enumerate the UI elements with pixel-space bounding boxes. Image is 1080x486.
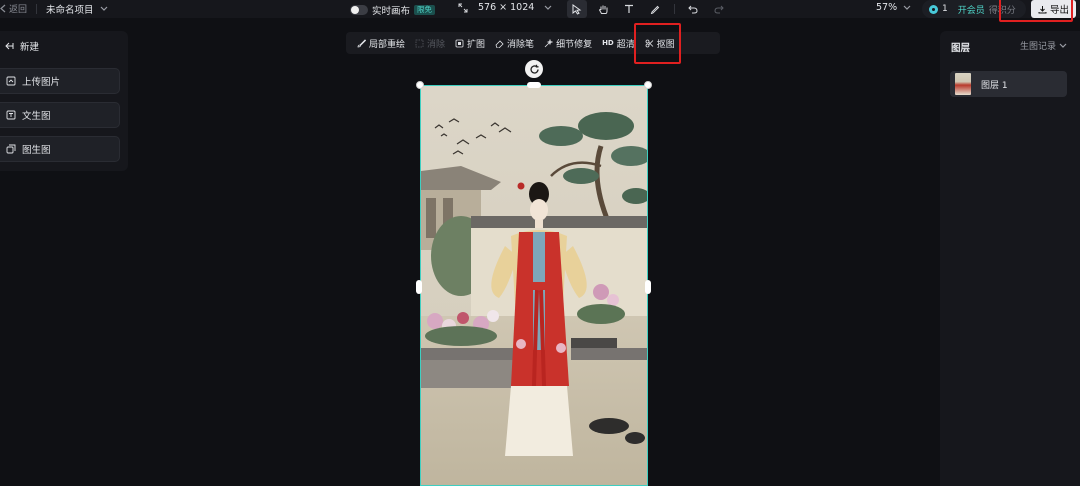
collapse-icon bbox=[5, 42, 14, 50]
hand-tool-button[interactable] bbox=[593, 0, 613, 18]
project-name: 未命名项目 bbox=[46, 5, 94, 16]
project-name-dropdown[interactable]: 未命名项目 bbox=[46, 2, 108, 16]
divider bbox=[36, 4, 37, 14]
separator bbox=[671, 0, 677, 18]
zoom-dropdown[interactable]: 57% bbox=[876, 2, 911, 13]
erase-icon bbox=[415, 39, 424, 47]
eraser-pen-label: 消除笔 bbox=[507, 39, 535, 50]
new-title: 新建 bbox=[20, 42, 40, 53]
canvas-size: 576 × 1024 bbox=[478, 2, 535, 13]
toggle-switch[interactable] bbox=[350, 5, 368, 15]
tool-group bbox=[567, 0, 729, 18]
export-button[interactable]: 导出 bbox=[1031, 0, 1076, 18]
upload-image-button[interactable]: 上传图片 bbox=[0, 68, 120, 94]
cutout-icon bbox=[645, 39, 654, 47]
export-label: 导出 bbox=[1049, 5, 1069, 16]
text-tool-button[interactable] bbox=[619, 0, 639, 18]
upload-image-icon bbox=[6, 76, 16, 86]
inpaint-label: 局部重绘 bbox=[369, 39, 406, 50]
cutout-button[interactable]: 抠图 bbox=[640, 32, 680, 54]
canvas-artwork[interactable] bbox=[420, 85, 648, 486]
canvas-toolbar: 局部重绘 消除 扩图 消除笔 细节修复 HD 超清 抠图 bbox=[346, 32, 720, 54]
rotate-icon bbox=[529, 64, 539, 74]
remove-button[interactable]: 消除 bbox=[410, 32, 450, 54]
resize-icon bbox=[458, 3, 468, 12]
cursor-icon bbox=[572, 3, 582, 15]
chevron-down-icon bbox=[1059, 43, 1067, 48]
resize-handle-top-left[interactable] bbox=[416, 81, 424, 89]
new-panel-title[interactable]: 新建 bbox=[5, 39, 39, 53]
text-to-image-icon bbox=[6, 110, 16, 120]
zoom-level: 57% bbox=[876, 2, 898, 13]
hd-upscale-label: 超清 bbox=[616, 39, 635, 50]
realtime-canvas-toggle[interactable]: 实时画布 限免 bbox=[350, 3, 436, 17]
download-icon bbox=[1038, 5, 1047, 13]
eraser-pen-icon bbox=[495, 39, 504, 48]
chevron-left-icon bbox=[0, 4, 6, 13]
text-icon bbox=[625, 4, 633, 13]
detail-repair-button[interactable]: 细节修复 bbox=[539, 32, 597, 54]
hd-upscale-button[interactable]: HD 超清 bbox=[597, 32, 640, 54]
redo-button[interactable] bbox=[709, 0, 729, 18]
layers-title: 图层 bbox=[951, 43, 971, 54]
text-to-image-label: 文生图 bbox=[22, 111, 51, 122]
expand-icon bbox=[455, 39, 464, 47]
pen-tool-button[interactable] bbox=[645, 0, 665, 18]
upload-image-label: 上传图片 bbox=[22, 77, 61, 88]
eraser-pen-button[interactable]: 消除笔 bbox=[490, 32, 539, 54]
resize-handle-right[interactable] bbox=[645, 280, 651, 294]
back-button[interactable]: 返回 bbox=[0, 2, 27, 15]
text-to-image-button[interactable]: 文生图 bbox=[0, 102, 120, 128]
back-label: 返回 bbox=[9, 5, 28, 15]
image-to-image-icon bbox=[6, 144, 16, 154]
canvas-size-dropdown[interactable]: 576 × 1024 bbox=[458, 2, 552, 13]
layer-label: 图层 1 bbox=[981, 80, 1008, 91]
realtime-label: 实时画布 bbox=[372, 6, 411, 17]
member-link[interactable]: 开会员 bbox=[958, 3, 985, 16]
expand-image-button[interactable]: 扩图 bbox=[450, 32, 490, 54]
left-panel: 新建 上传图片 文生图 图生图 bbox=[0, 31, 128, 171]
rotate-handle[interactable] bbox=[525, 60, 543, 78]
credit-count: 1 bbox=[942, 4, 948, 14]
hd-icon: HD bbox=[602, 39, 614, 47]
resize-handle-top-right[interactable] bbox=[644, 81, 652, 89]
undo-icon bbox=[688, 5, 698, 14]
detail-repair-label: 细节修复 bbox=[556, 39, 593, 50]
layer-thumbnail bbox=[955, 73, 971, 95]
hand-icon bbox=[598, 5, 607, 14]
resize-handle-left[interactable] bbox=[416, 280, 422, 294]
chevron-down-icon bbox=[544, 5, 552, 10]
undo-button[interactable] bbox=[683, 0, 703, 18]
free-badge: 限免 bbox=[414, 5, 436, 15]
detail-repair-icon bbox=[544, 38, 554, 47]
cutout-label: 抠图 bbox=[656, 39, 675, 50]
brush-icon bbox=[357, 38, 366, 47]
layer-item[interactable]: 图层 1 bbox=[950, 71, 1067, 97]
generation-history-dropdown[interactable]: 生图记录 bbox=[1020, 39, 1067, 52]
redo-icon bbox=[714, 5, 724, 14]
artwork-image bbox=[421, 86, 647, 485]
select-tool-button[interactable] bbox=[567, 0, 587, 18]
history-label: 生图记录 bbox=[1020, 42, 1057, 52]
chevron-down-icon bbox=[100, 6, 107, 11]
top-bar: 返回 未命名项目 实时画布 限免 576 × 1024 57% 1 开会员 得积… bbox=[0, 0, 1080, 18]
remove-label: 消除 bbox=[427, 39, 446, 50]
credits-bar[interactable]: 1 开会员 得积分 bbox=[922, 0, 1026, 18]
inpaint-button[interactable]: 局部重绘 bbox=[352, 32, 410, 54]
chevron-down-icon bbox=[903, 5, 911, 10]
image-to-image-button[interactable]: 图生图 bbox=[0, 136, 120, 162]
pen-icon bbox=[650, 5, 660, 14]
image-to-image-label: 图生图 bbox=[22, 145, 51, 156]
credit-icon bbox=[929, 4, 938, 14]
expand-image-label: 扩图 bbox=[467, 39, 486, 50]
resize-handle-top[interactable] bbox=[527, 82, 541, 88]
earn-credits-link[interactable]: 得积分 bbox=[989, 3, 1016, 16]
right-panel: 图层 生图记录 图层 1 bbox=[940, 31, 1080, 486]
